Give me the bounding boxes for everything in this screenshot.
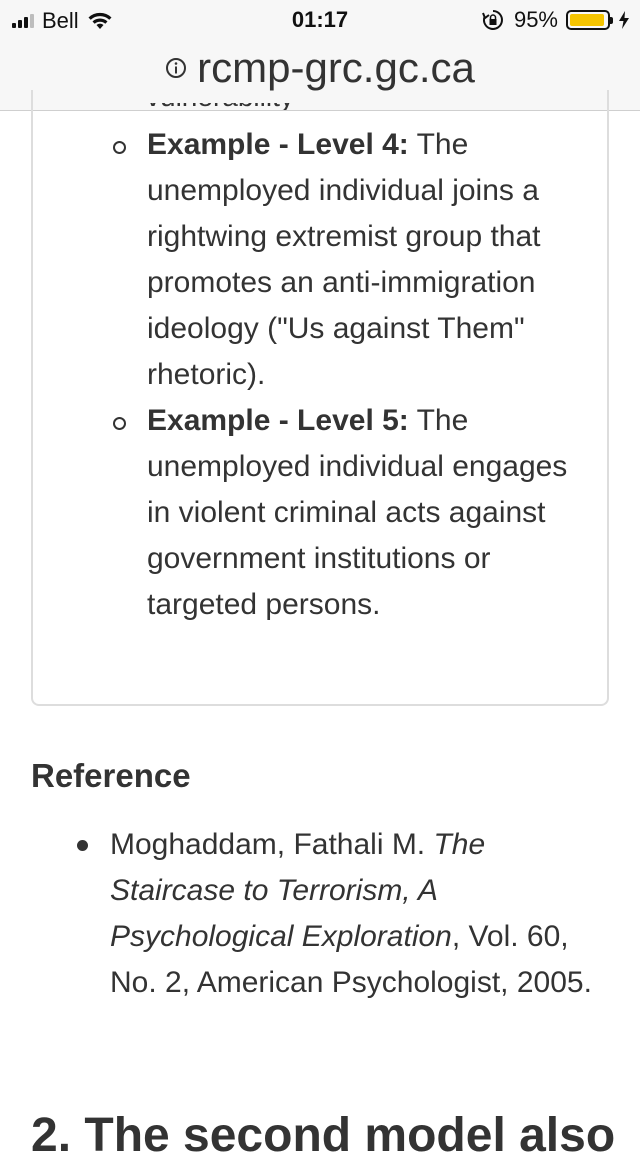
reference-author: Moghaddam, Fathali M. (110, 828, 434, 861)
status-bar: Bell 01:17 95% (0, 0, 640, 40)
example-text: The unemployed individual joins a rightw… (147, 128, 541, 391)
info-icon[interactable] (165, 57, 187, 79)
battery-percent: 95% (513, 7, 558, 32)
list-item: Example - Level 4: The unemployed indivi… (147, 122, 587, 398)
list-bullet-icon (113, 141, 126, 154)
list-item: Example - Level 5: The unemployed indivi… (147, 398, 587, 628)
rotation-lock-icon (482, 10, 503, 30)
list-bullet-icon (77, 840, 88, 851)
partial-text-line: vulnerability (146, 103, 326, 110)
reference-heading: Reference (31, 757, 191, 794)
charging-bolt-icon (619, 11, 629, 29)
example-label: Example - Level 4: (147, 128, 409, 161)
url-text[interactable]: rcmp-grc.gc.ca (197, 44, 475, 92)
battery-icon (566, 10, 613, 30)
reference-item: Moghaddam, Fathali M. The Staircase to T… (110, 822, 610, 1006)
list-bullet-icon (113, 417, 126, 430)
example-label: Example - Level 5: (147, 404, 409, 437)
